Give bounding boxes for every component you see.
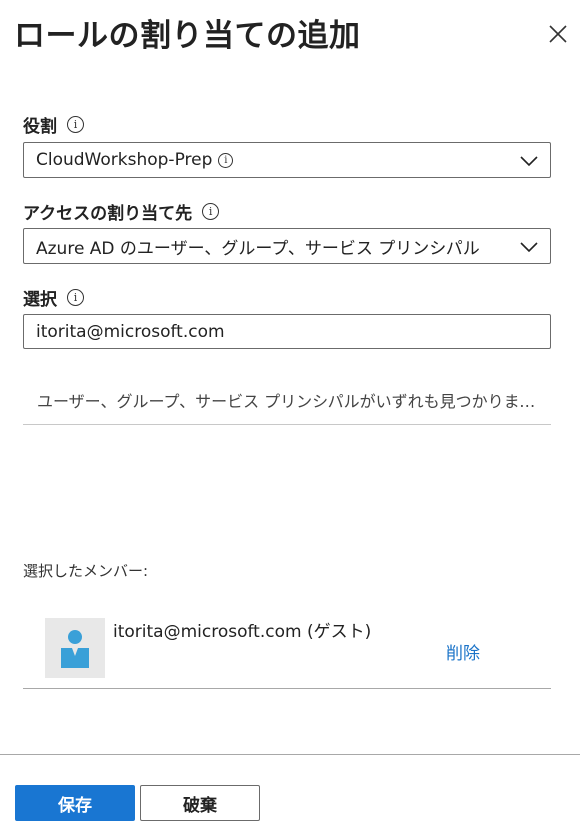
selected-members-label: 選択したメンバー: [23,562,149,580]
member-name: itorita@microsoft.com (ゲスト) [113,622,372,642]
role-label-row: 役割 i [23,112,84,137]
chevron-down-icon [520,156,538,167]
role-dropdown[interactable]: CloudWorkshop-Prep i [23,142,551,178]
assign-access-selected-value: Azure AD のユーザー、グループ、サービス プリンシパル [36,238,480,259]
info-icon[interactable]: i [202,203,220,220]
no-results-message: ユーザー、グループ、サービス プリンシパルがいずれも見つかりません... [37,392,551,411]
discard-button[interactable]: 破棄 [140,785,260,821]
info-icon[interactable]: i [67,116,84,133]
divider [23,688,551,689]
assign-access-label-row: アクセスの割り当て先 i [23,199,220,224]
info-icon[interactable]: i [67,289,84,306]
assign-access-label: アクセスの割り当て先 [23,204,193,224]
save-button[interactable]: 保存 [15,785,135,821]
user-avatar-icon [61,630,89,668]
select-search-input[interactable] [23,314,551,349]
select-label: 選択 [23,290,57,310]
assign-access-dropdown[interactable]: Azure AD のユーザー、グループ、サービス プリンシパル [23,228,551,264]
chevron-down-icon [520,242,538,253]
member-avatar [45,618,105,678]
select-label-row: 選択 i [23,285,84,310]
divider [23,424,551,425]
footer-divider [0,754,580,755]
role-selected-value: CloudWorkshop-Prep [36,150,213,170]
role-label: 役割 [23,117,57,137]
role-info-icon[interactable]: i [218,152,234,168]
close-icon [549,25,567,43]
remove-member-link[interactable]: 削除 [446,639,480,664]
close-button[interactable] [546,22,570,46]
add-role-assignment-panel: ロールの割り当ての追加 役割 i CloudWorkshop-Prep i アク… [0,0,580,832]
panel-title: ロールの割り当ての追加 [14,18,361,54]
